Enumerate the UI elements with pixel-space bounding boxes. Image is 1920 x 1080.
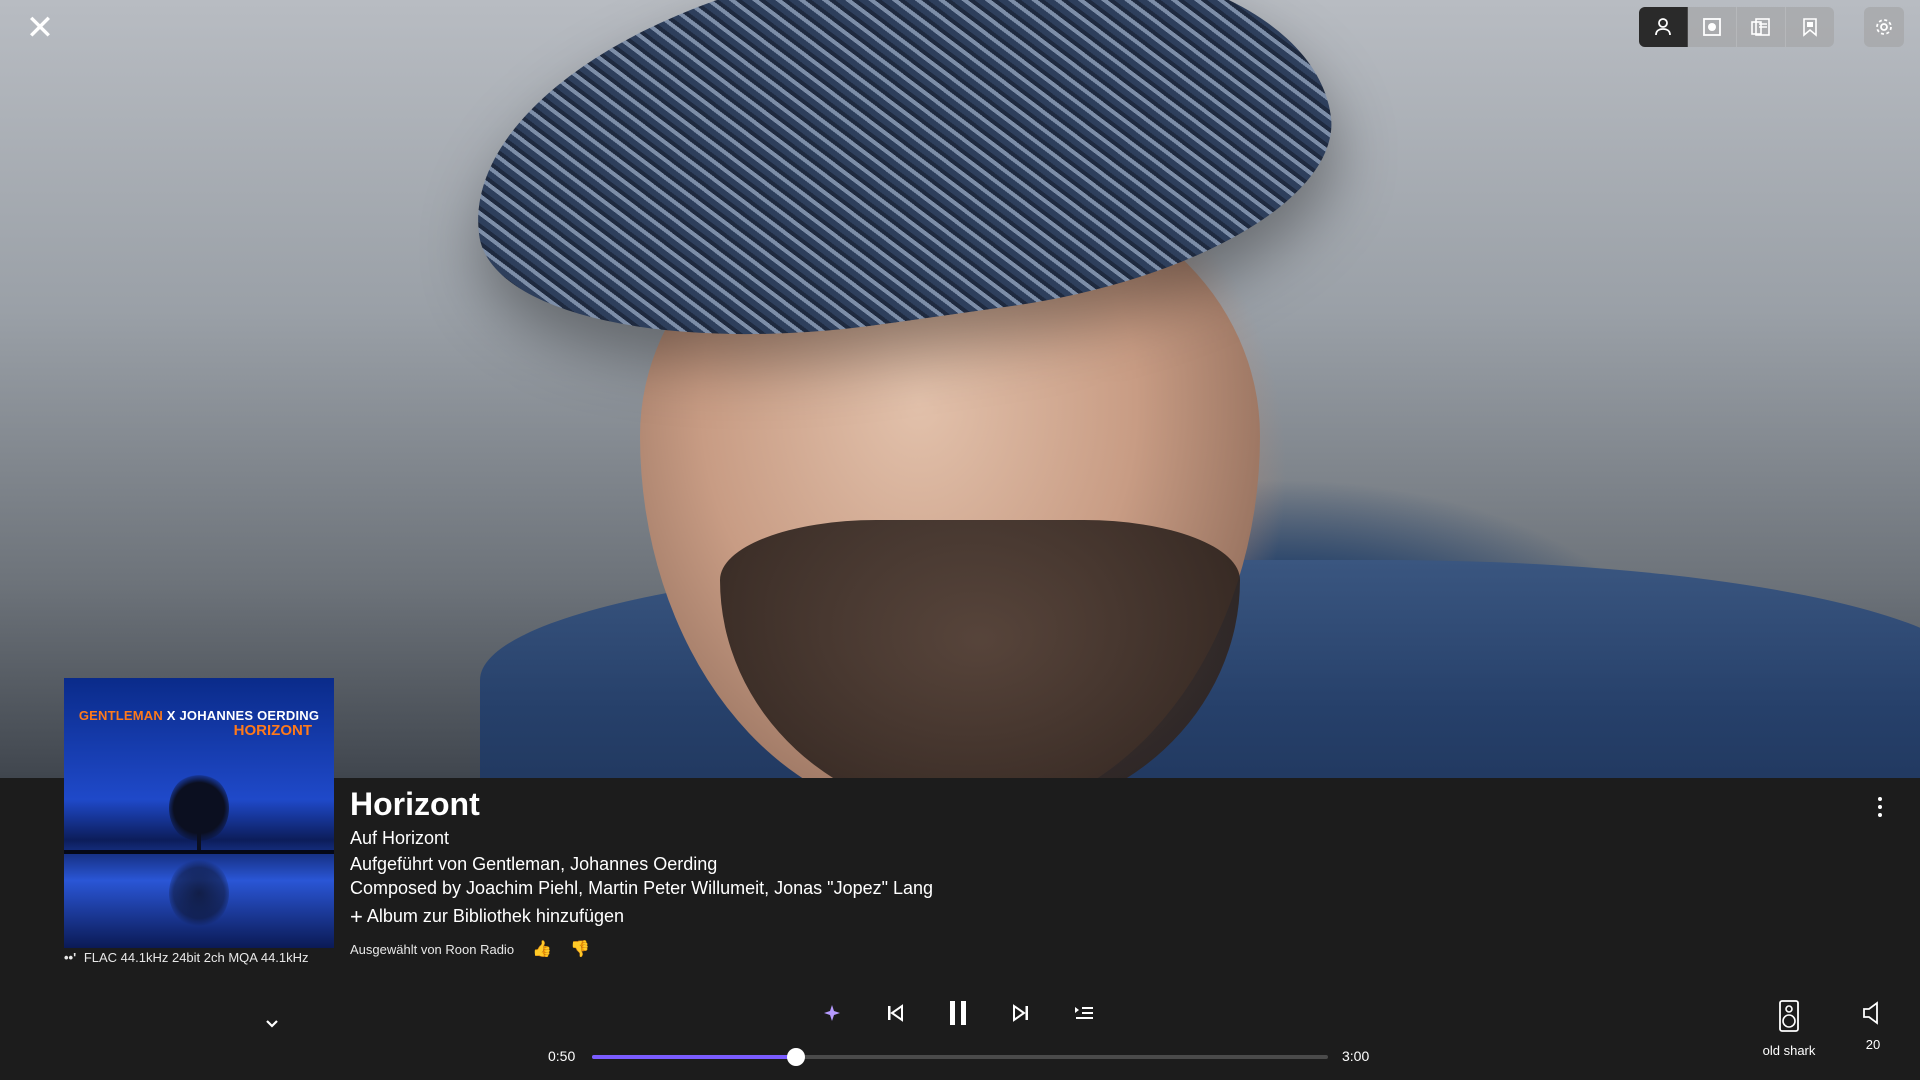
skip-next-icon [1013,1004,1028,1022]
chevron-down-icon[interactable] [262,1016,282,1036]
previous-button[interactable] [881,999,909,1027]
volume-level: 20 [1865,1037,1881,1052]
volume-button[interactable]: 20 [1838,1000,1908,1052]
format-text: FLAC 44.1kHz 24bit 2ch MQA 44.1kHz [83,950,309,965]
dot [1878,805,1882,809]
gear-icon [1876,19,1892,35]
skip-previous-icon [888,1004,903,1022]
album-icon [1703,18,1721,36]
cover-artist-primary: GENTLEMAN [78,708,163,723]
dot [1878,797,1882,801]
thumbs-down-icon[interactable]: 👎 [570,939,590,959]
photo-beard [720,520,1240,778]
cover-tree-trunk [197,828,201,852]
total-time: 3:00 [1342,1048,1370,1064]
performers-line[interactable]: Aufgeführt von Gentleman, Johannes Oerdi… [350,854,717,875]
composers-line[interactable]: Composed by Joachim Piehl, Martin Peter … [350,878,933,899]
lyrics-icon [1751,18,1770,36]
dot [1878,813,1882,817]
close-button[interactable]: ✕ [22,10,58,46]
add-to-library-button[interactable]: + Album zur Bibliothek hinzufügen [350,904,625,929]
radio-sparkle-icon [824,1005,840,1021]
plus-icon: + [350,904,363,929]
signal-format[interactable]: ••' FLAC 44.1kHz 24bit 2ch MQA 44.1kHz [64,950,309,965]
credits-view-button[interactable] [1786,7,1834,47]
lyrics-view-button[interactable] [1737,7,1786,47]
add-to-library-label: Album zur Bibliothek hinzufügen [366,906,625,926]
roon-radio-button[interactable] [818,999,846,1027]
cover-reflection [169,858,229,928]
zone-output-name: old shark [1762,1043,1816,1058]
track-title[interactable]: Horizont [350,786,480,823]
queue-icon [1075,1007,1093,1019]
signal-path-icon: ••' [64,950,77,965]
album-cover[interactable]: GENTLEMAN X JOHANNES OERDING HORIZONT [64,678,334,948]
cover-horizon [64,850,334,854]
settings-button[interactable] [1864,7,1904,47]
pause-button[interactable] [944,999,972,1027]
transport-controls [818,998,1098,1028]
volume-icon [1863,1001,1878,1025]
person-icon [1655,18,1671,36]
cover-artist-secondary: X JOHANNES OERDING [166,708,320,723]
album-view-button[interactable] [1688,7,1737,47]
cover-artist-line: GENTLEMAN X JOHANNES OERDING [64,708,334,723]
album-line[interactable]: Auf Horizont [350,828,449,849]
thumbs-up-icon[interactable]: 👍 [532,939,552,959]
queue-button[interactable] [1070,999,1098,1027]
speaker-icon [1779,1000,1799,1032]
seek-bar[interactable] [592,1048,1328,1066]
selected-by-label: Ausgewählt von Roon Radio [350,941,515,957]
current-time: 0:50 [548,1048,576,1064]
cover-album-title: HORIZONT [233,722,312,739]
radio-attribution: Ausgewählt von Roon Radio 👍 👎 [350,939,590,959]
view-toolbar [1639,7,1834,47]
artist-view-button[interactable] [1639,7,1688,47]
tag-icon [1803,18,1817,37]
pause-icon [950,1001,966,1025]
seek-progress [592,1055,797,1059]
zone-output-button[interactable]: old shark [1754,1000,1824,1058]
artist-photo [0,0,1920,778]
more-options-button[interactable] [1870,792,1890,822]
next-button[interactable] [1007,999,1035,1027]
